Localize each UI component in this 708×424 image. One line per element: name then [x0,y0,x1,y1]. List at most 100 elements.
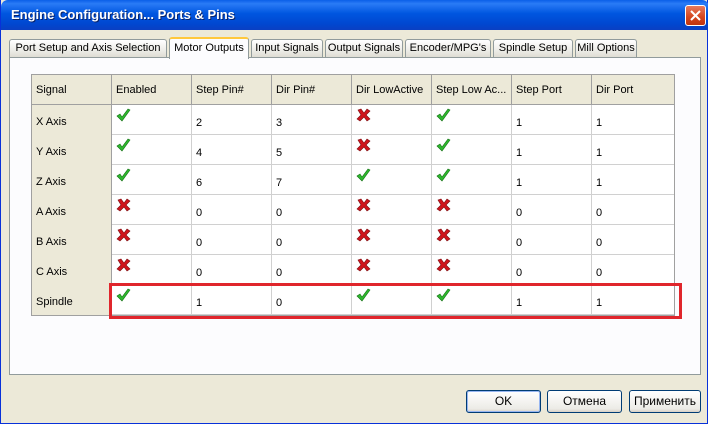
cell-step-port[interactable]: 0 [512,225,592,255]
cell-step-port[interactable]: 1 [512,105,592,135]
table-row[interactable]: C Axis 0 0 0 0 [32,255,674,285]
cell-step-low-active[interactable] [432,195,512,225]
cell-enabled[interactable] [112,135,192,165]
column-header-step-pin[interactable]: Step Pin# [192,75,272,105]
tab-strip: Port Setup and Axis Selection Motor Outp… [9,37,699,59]
column-header-enabled[interactable]: Enabled [112,75,192,105]
column-header-step-low-active[interactable]: Step Low Ac... [432,75,512,105]
step-port-value: 0 [516,237,523,249]
cell-dir-port[interactable]: 1 [592,165,674,195]
motor-outputs-grid: Signal Enabled Step Pin# Dir Pin# Dir Lo… [31,74,675,316]
cell-step-port[interactable]: 1 [512,135,592,165]
cell-enabled[interactable] [112,255,192,285]
cell-step-low-active[interactable] [432,135,512,165]
cell-dir-pin[interactable]: 7 [272,165,352,195]
cell-dir-pin[interactable]: 5 [272,135,352,165]
cell-step-port[interactable]: 0 [512,255,592,285]
dir-pin-value: 5 [276,147,283,159]
step-port-value: 1 [516,117,523,129]
column-header-dir-pin[interactable]: Dir Pin# [272,75,352,105]
cell-signal[interactable]: X Axis [32,105,112,135]
cell-dir-pin[interactable]: 0 [272,285,352,315]
tab-port-setup[interactable]: Port Setup and Axis Selection [9,39,167,58]
cell-enabled[interactable] [112,165,192,195]
cell-step-port[interactable]: 1 [512,285,592,315]
red-x-icon [116,198,131,212]
apply-button[interactable]: Применить [629,390,701,413]
tab-mill-options[interactable]: Mill Options [575,39,637,58]
cell-signal[interactable]: B Axis [32,225,112,255]
cell-dir-low-active[interactable] [352,255,432,285]
cell-step-low-active[interactable] [432,225,512,255]
cell-enabled[interactable] [112,105,192,135]
cell-dir-pin[interactable]: 0 [272,195,352,225]
cell-step-pin[interactable]: 0 [192,225,272,255]
dir-port-value: 1 [596,117,603,129]
cell-dir-low-active[interactable] [352,225,432,255]
table-row[interactable]: B Axis 0 0 0 0 [32,225,674,255]
cell-step-pin[interactable]: 1 [192,285,272,315]
cell-dir-port[interactable]: 0 [592,195,674,225]
dir-port-value: 0 [596,237,603,249]
table-row[interactable]: Spindle 1 0 1 1 [32,285,674,315]
cell-dir-low-active[interactable] [352,135,432,165]
table-row[interactable]: Y Axis 4 5 1 1 [32,135,674,165]
column-header-dir-low-active[interactable]: Dir LowActive [352,75,432,105]
cell-dir-port[interactable]: 1 [592,135,674,165]
cell-dir-port[interactable]: 0 [592,225,674,255]
title-bar[interactable]: Engine Configuration... Ports & Pins [1,0,708,30]
cancel-button[interactable]: Отмена [547,390,622,413]
tab-motor-outputs[interactable]: Motor Outputs [169,37,249,59]
cell-step-port[interactable]: 0 [512,195,592,225]
cell-dir-port[interactable]: 1 [592,105,674,135]
cell-step-pin[interactable]: 6 [192,165,272,195]
cell-enabled[interactable] [112,285,192,315]
dir-pin-value: 0 [276,237,283,249]
red-x-icon [436,258,451,272]
cell-step-pin[interactable]: 0 [192,195,272,225]
cell-dir-low-active[interactable] [352,105,432,135]
cell-dir-pin[interactable]: 0 [272,255,352,285]
red-x-icon [116,228,131,242]
tab-output-signals[interactable]: Output Signals [325,39,403,58]
step-port-value: 1 [516,297,523,309]
table-row[interactable]: Z Axis 6 7 1 1 [32,165,674,195]
cell-signal[interactable]: Y Axis [32,135,112,165]
cell-dir-port[interactable]: 0 [592,255,674,285]
cell-signal[interactable]: A Axis [32,195,112,225]
table-row[interactable]: X Axis 2 3 1 1 [32,105,674,135]
column-header-step-port[interactable]: Step Port [512,75,592,105]
cell-dir-low-active[interactable] [352,165,432,195]
close-button[interactable] [685,5,706,26]
cell-dir-pin[interactable]: 0 [272,225,352,255]
cell-dir-pin[interactable]: 3 [272,105,352,135]
green-check-icon [116,138,131,152]
cell-step-low-active[interactable] [432,255,512,285]
cell-step-pin[interactable]: 2 [192,105,272,135]
cell-step-low-active[interactable] [432,285,512,315]
cell-step-pin[interactable]: 0 [192,255,272,285]
step-pin-value: 0 [196,237,203,249]
tab-encoder-mpg[interactable]: Encoder/MPG's [405,39,491,58]
green-check-icon [356,168,371,182]
cell-step-low-active[interactable] [432,105,512,135]
cell-signal[interactable]: C Axis [32,255,112,285]
config-window: Engine Configuration... Ports & Pins Por… [0,0,708,424]
cell-step-pin[interactable]: 4 [192,135,272,165]
cell-step-port[interactable]: 1 [512,165,592,195]
column-header-dir-port[interactable]: Dir Port [592,75,674,105]
column-header-signal[interactable]: Signal [32,75,112,105]
cell-step-low-active[interactable] [432,165,512,195]
ok-button[interactable]: OK [466,390,541,413]
cell-enabled[interactable] [112,225,192,255]
cell-dir-low-active[interactable] [352,285,432,315]
tab-spindle-setup[interactable]: Spindle Setup [493,39,573,58]
cell-dir-low-active[interactable] [352,195,432,225]
tab-input-signals[interactable]: Input Signals [251,39,323,58]
table-row[interactable]: A Axis 0 0 0 0 [32,195,674,225]
cell-dir-port[interactable]: 1 [592,285,674,315]
cell-enabled[interactable] [112,195,192,225]
red-x-icon [116,258,131,272]
cell-signal[interactable]: Z Axis [32,165,112,195]
cell-signal[interactable]: Spindle [32,285,112,315]
